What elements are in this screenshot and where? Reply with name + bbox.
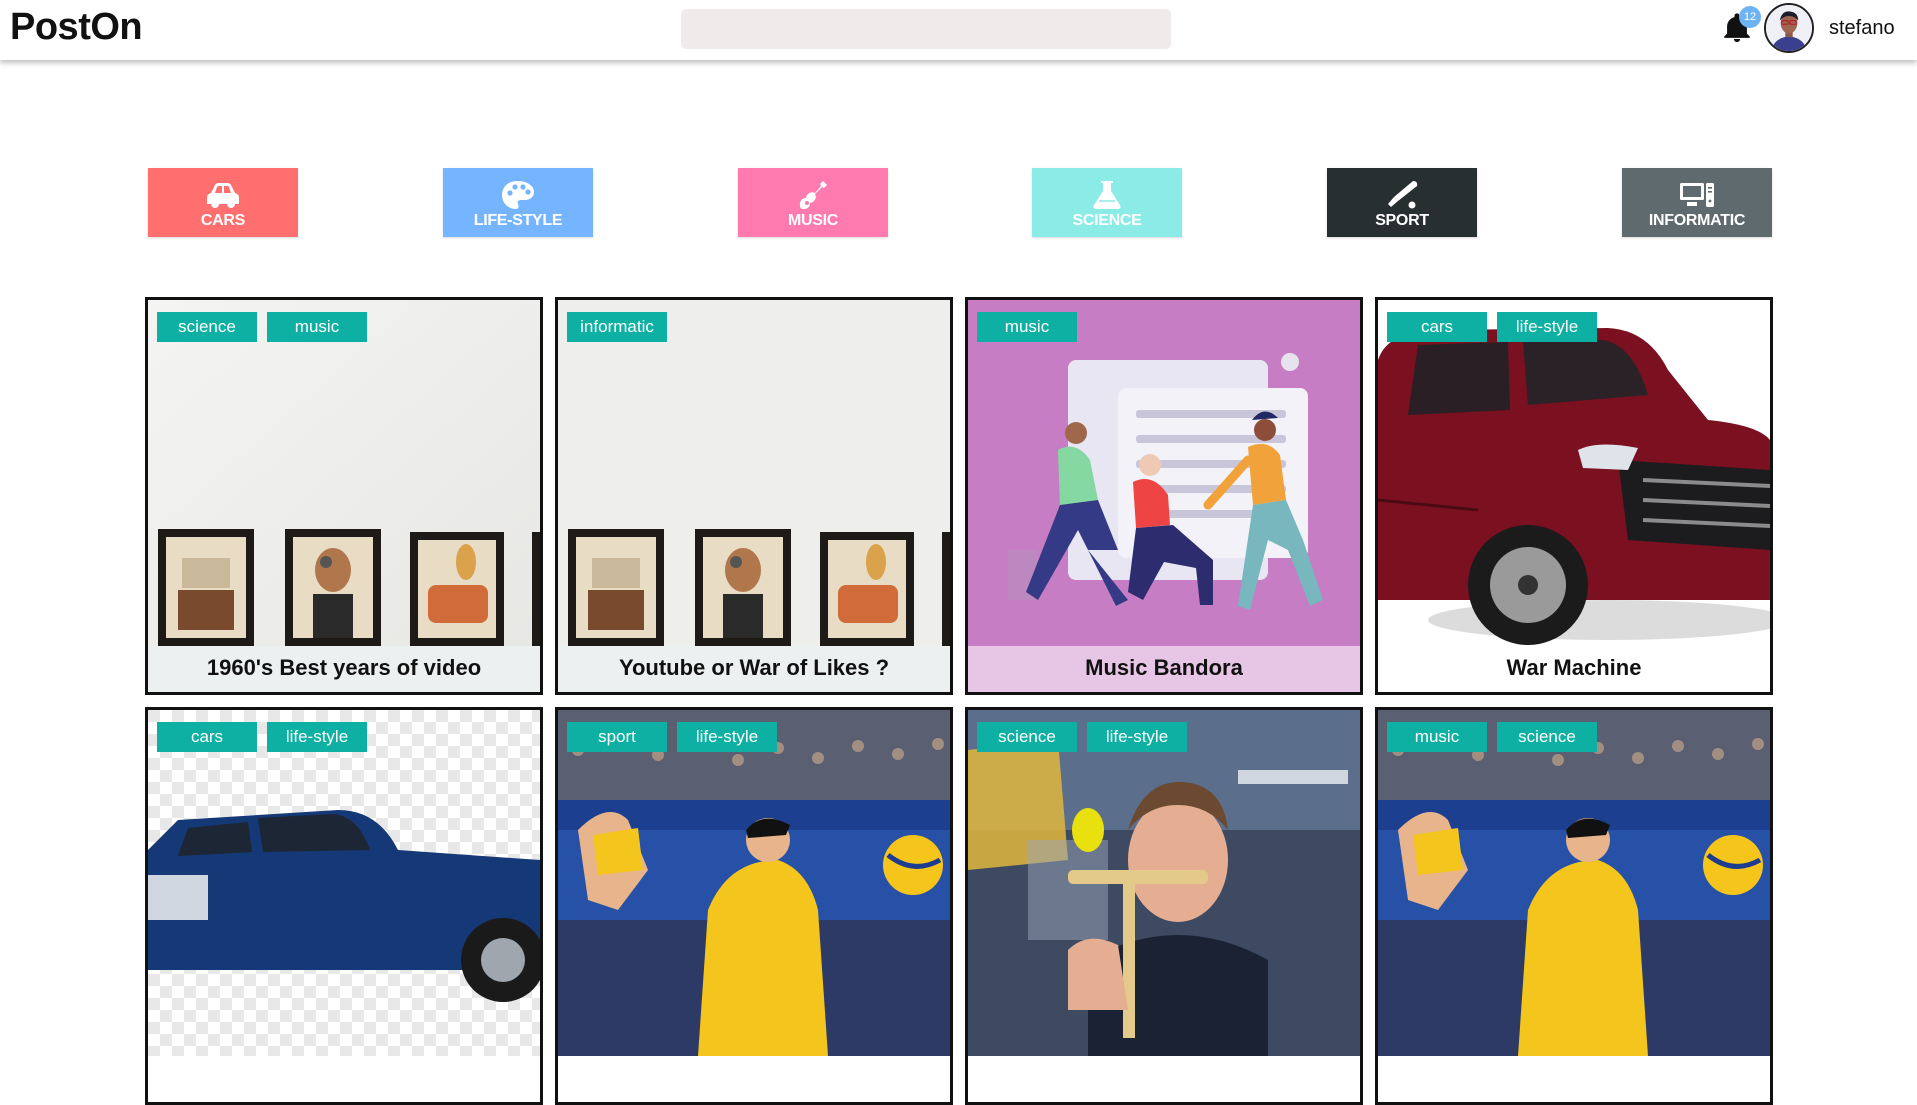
category-label: LIFE-STYLE bbox=[473, 212, 563, 229]
red-pickup-truck-image bbox=[1378, 300, 1770, 646]
post-card[interactable]: Music Bandora music bbox=[965, 297, 1363, 695]
post-card[interactable]: music science bbox=[1375, 707, 1773, 1105]
post-title bbox=[558, 1056, 950, 1102]
category-life-style-button[interactable]: LIFE-STYLE bbox=[443, 168, 593, 237]
post-tag[interactable]: life-style bbox=[677, 722, 777, 752]
app-logo[interactable]: PostOn bbox=[10, 6, 143, 49]
category-label: SCIENCE bbox=[1072, 212, 1142, 229]
category-label: INFORMATIC bbox=[1648, 212, 1746, 229]
framed-pictures-image bbox=[558, 300, 950, 646]
post-title bbox=[148, 1056, 540, 1102]
notification-badge: 12 bbox=[1739, 6, 1761, 28]
post-tag[interactable]: science bbox=[1497, 722, 1597, 752]
beach-volleyball-image bbox=[558, 710, 950, 1056]
category-cars-button[interactable]: CARS bbox=[148, 168, 298, 237]
post-image bbox=[968, 710, 1360, 1056]
avatar[interactable] bbox=[1764, 3, 1814, 53]
blue-pickup-truck-image bbox=[148, 710, 540, 1056]
flask-icon bbox=[1093, 181, 1121, 209]
post-tag[interactable]: cars bbox=[157, 722, 257, 752]
post-title bbox=[968, 1056, 1360, 1102]
post-tag[interactable]: music bbox=[977, 312, 1077, 342]
guitar-icon bbox=[799, 181, 827, 210]
post-title: Youtube or War of Likes ? bbox=[558, 646, 950, 692]
category-label: MUSIC bbox=[787, 212, 839, 229]
post-title: Music Bandora bbox=[968, 646, 1360, 692]
post-card[interactable]: War Machine cars life-style bbox=[1375, 297, 1773, 695]
post-image bbox=[558, 710, 950, 1056]
post-card[interactable]: cars life-style bbox=[145, 707, 543, 1105]
post-image bbox=[148, 300, 540, 646]
post-image bbox=[1378, 300, 1770, 646]
category-label: SPORT bbox=[1375, 212, 1429, 229]
post-title: War Machine bbox=[1378, 646, 1770, 692]
post-image bbox=[148, 710, 540, 1056]
post-card[interactable]: 1960's Best years of video science music bbox=[145, 297, 543, 695]
post-card[interactable]: science life-style bbox=[965, 707, 1363, 1105]
post-tag[interactable]: science bbox=[157, 312, 257, 342]
post-tag[interactable]: music bbox=[1387, 722, 1487, 752]
computer-icon bbox=[1680, 183, 1714, 207]
palette-icon bbox=[502, 181, 534, 209]
framed-pictures-image bbox=[148, 300, 540, 646]
category-music-button[interactable]: MUSIC bbox=[738, 168, 888, 237]
car-icon bbox=[207, 183, 239, 208]
search-input[interactable] bbox=[681, 9, 1171, 49]
category-label: CARS bbox=[200, 212, 246, 229]
post-title: 1960's Best years of video bbox=[148, 646, 540, 692]
category-science-button[interactable]: SCIENCE bbox=[1032, 168, 1182, 237]
category-informatic-button[interactable]: INFORMATIC bbox=[1622, 168, 1772, 237]
post-tag[interactable]: cars bbox=[1387, 312, 1487, 342]
post-image bbox=[968, 300, 1360, 646]
post-tag[interactable]: music bbox=[267, 312, 367, 342]
post-tag[interactable]: science bbox=[977, 722, 1077, 752]
post-card[interactable]: sport life-style bbox=[555, 707, 953, 1105]
username[interactable]: stefano bbox=[1829, 17, 1895, 40]
post-tag[interactable]: life-style bbox=[267, 722, 367, 752]
post-tag[interactable]: life-style bbox=[1087, 722, 1187, 752]
post-title bbox=[1378, 1056, 1770, 1102]
post-image bbox=[1378, 710, 1770, 1056]
post-card[interactable]: Youtube or War of Likes ? informatic bbox=[555, 297, 953, 695]
baseball-bat-icon bbox=[1388, 181, 1418, 209]
avatar-portrait-icon bbox=[1766, 5, 1812, 51]
post-tag[interactable]: informatic bbox=[567, 312, 667, 342]
category-sport-button[interactable]: SPORT bbox=[1327, 168, 1477, 237]
man-with-toy-image bbox=[968, 710, 1360, 1056]
post-tag[interactable]: life-style bbox=[1497, 312, 1597, 342]
post-image bbox=[558, 300, 950, 646]
beach-volleyball-image bbox=[1378, 710, 1770, 1056]
post-tag[interactable]: sport bbox=[567, 722, 667, 752]
top-header: PostOn 12 stefano bbox=[0, 0, 1917, 60]
dashboard-illustration-image bbox=[968, 300, 1360, 646]
